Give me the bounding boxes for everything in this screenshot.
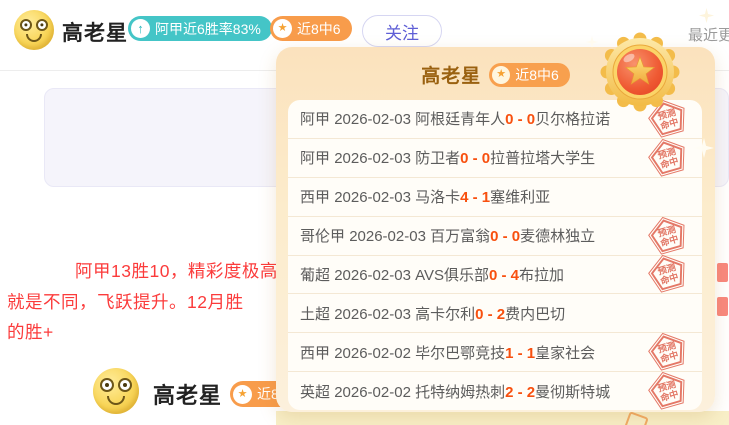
match-score: 0 - 4	[489, 267, 519, 284]
league-label: 土超	[300, 306, 330, 323]
prediction-record-list: 阿甲 2026-02-03 阿根廷青年人0 - 0贝尔格拉诺 预测 命中 阿甲 …	[288, 100, 702, 410]
match-summary: 阿甲 2026-02-03 阿根廷青年人0 - 0贝尔格拉诺	[300, 108, 610, 129]
away-team: 费内巴切	[505, 306, 565, 323]
match-score: 1 - 1	[505, 345, 535, 362]
prediction-record-row[interactable]: 西甲 2026-02-02 毕尔巴鄂竞技1 - 1皇家社会 预测 命中	[288, 332, 702, 371]
avatar-eye	[20, 19, 32, 31]
match-date: 2026-02-02	[334, 384, 411, 401]
match-summary: 阿甲 2026-02-03 防卫者0 - 0拉普拉塔大学生	[300, 147, 595, 168]
popup-record-badge-label: 近8中6	[515, 65, 559, 85]
match-date: 2026-02-02	[334, 345, 411, 362]
avatar-eye	[118, 378, 132, 392]
league-label: 英超	[300, 384, 330, 401]
match-score: 0 - 0	[490, 228, 520, 245]
popup-record-badge: ★ 近8中6	[489, 63, 570, 87]
match-date: 2026-02-03	[334, 267, 411, 284]
prediction-record-row[interactable]: 土超 2026-02-03 高卡尔利0 - 2费内巴切 预测 命中	[288, 293, 702, 332]
article-text-line: 就是不同，飞跃提升。12月胜	[7, 289, 243, 314]
article-text-line: 阿甲13胜10，精彩度极高	[75, 258, 278, 283]
star-icon: ★	[233, 385, 252, 404]
league-label: 西甲	[300, 345, 330, 362]
gold-medal-icon	[598, 30, 682, 114]
match-score: 2 - 2	[505, 384, 535, 401]
win-rate-badge-label: 阿甲近6胜率83%	[155, 19, 261, 39]
home-team: 百万富翁	[430, 228, 490, 245]
star-icon: ★	[492, 66, 510, 84]
match-summary: 哥伦甲 2026-02-03 百万富翁0 - 0麦德林独立	[300, 225, 595, 246]
recent-update-label: 最近更	[688, 24, 729, 44]
author-avatar[interactable]	[14, 10, 54, 50]
match-summary: 西甲 2026-02-02 毕尔巴鄂竞技1 - 1皇家社会	[300, 342, 595, 363]
match-date: 2026-02-03	[334, 150, 411, 167]
star-icon: ★	[273, 19, 292, 38]
home-team: 毕尔巴鄂竞技	[415, 345, 505, 362]
sparkle-icon	[694, 138, 714, 158]
prediction-hit-stamp-icon: 预测 命中	[644, 252, 692, 296]
away-team: 布拉加	[519, 267, 564, 284]
clipped-stamp-fragment	[623, 411, 649, 425]
match-date: 2026-02-03	[334, 111, 411, 128]
sparkle-icon	[586, 36, 598, 48]
match-score: 0 - 0	[460, 150, 490, 167]
home-team: 高卡尔利	[415, 306, 475, 323]
away-team: 拉普拉塔大学生	[490, 150, 595, 167]
prediction-record-row[interactable]: 葡超 2026-02-03 AVS俱乐部0 - 4布拉加 预测 命中	[288, 255, 702, 294]
match-summary: 英超 2026-02-02 托特纳姆热刺2 - 2曼彻斯特城	[300, 381, 610, 402]
sparkle-icon	[699, 8, 714, 23]
match-score: 0 - 2	[475, 306, 505, 323]
home-team: AVS俱乐部	[415, 267, 489, 284]
away-team: 皇家社会	[535, 345, 595, 362]
match-summary: 土超 2026-02-03 高卡尔利0 - 2费内巴切	[300, 303, 565, 324]
match-score: 4 - 1	[460, 189, 490, 206]
prediction-record-row[interactable]: 哥伦甲 2026-02-03 百万富翁0 - 0麦德林独立 预测 命中	[288, 216, 702, 255]
prediction-hit-stamp-icon: 预测 命中	[644, 369, 692, 413]
avatar-smile	[26, 34, 42, 42]
away-team: 塞维利亚	[490, 189, 550, 206]
article-text-line: 的胜+	[7, 319, 54, 344]
avatar-eye	[36, 19, 48, 31]
page: 高老星 ↑ 阿甲近6胜率83% ★ 近8中6 关注 最近更 阿甲13胜10，精彩…	[0, 0, 729, 425]
popup-title: 高老星	[421, 61, 481, 88]
win-rate-badge: ↑ 阿甲近6胜率83%	[128, 16, 272, 41]
league-label: 哥伦甲	[300, 228, 345, 245]
prediction-hit-stamp-icon: 预测 命中	[644, 214, 692, 258]
league-label: 葡超	[300, 267, 330, 284]
home-team: 托特纳姆热刺	[415, 384, 505, 401]
league-label: 西甲	[300, 189, 330, 206]
away-team: 麦德林独立	[520, 228, 595, 245]
avatar-eye	[100, 378, 114, 392]
follow-button[interactable]: 关注	[362, 15, 442, 47]
match-date: 2026-02-03	[334, 189, 411, 206]
home-team: 阿根廷青年人	[415, 111, 505, 128]
author-username[interactable]: 高老星	[62, 17, 128, 47]
prediction-record-row[interactable]: 阿甲 2026-02-03 防卫者0 - 0拉普拉塔大学生 预测 命中	[288, 138, 702, 177]
avatar-smile	[107, 396, 125, 405]
clipped-text-fragment	[717, 263, 728, 282]
record-badge: ★ 近8中6	[270, 16, 352, 41]
match-summary: 葡超 2026-02-03 AVS俱乐部0 - 4布拉加	[300, 264, 564, 285]
away-team: 曼彻斯特城	[535, 384, 610, 401]
prediction-record-row[interactable]: 英超 2026-02-02 托特纳姆热刺2 - 2曼彻斯特城 预测 命中	[288, 371, 702, 410]
prediction-record-row[interactable]: 西甲 2026-02-03 马洛卡4 - 1塞维利亚 预测 命中	[288, 177, 702, 216]
author-username[interactable]: 高老星	[153, 378, 222, 410]
author-avatar[interactable]	[93, 368, 139, 414]
match-date: 2026-02-03	[334, 306, 411, 323]
match-summary: 西甲 2026-02-03 马洛卡4 - 1塞维利亚	[300, 186, 550, 207]
league-label: 阿甲	[300, 111, 330, 128]
home-team: 防卫者	[415, 150, 460, 167]
up-arrow-icon: ↑	[131, 19, 150, 38]
next-card-background	[276, 411, 729, 425]
league-label: 阿甲	[300, 150, 330, 167]
match-date: 2026-02-03	[349, 228, 426, 245]
home-team: 马洛卡	[415, 189, 460, 206]
clipped-text-fragment	[717, 297, 728, 316]
match-score: 0 - 0	[505, 111, 535, 128]
record-badge-label: 近8中6	[297, 19, 341, 39]
prediction-hit-stamp-icon: 预测 命中	[644, 330, 692, 374]
prediction-hit-stamp-icon: 预测 命中	[644, 136, 692, 180]
